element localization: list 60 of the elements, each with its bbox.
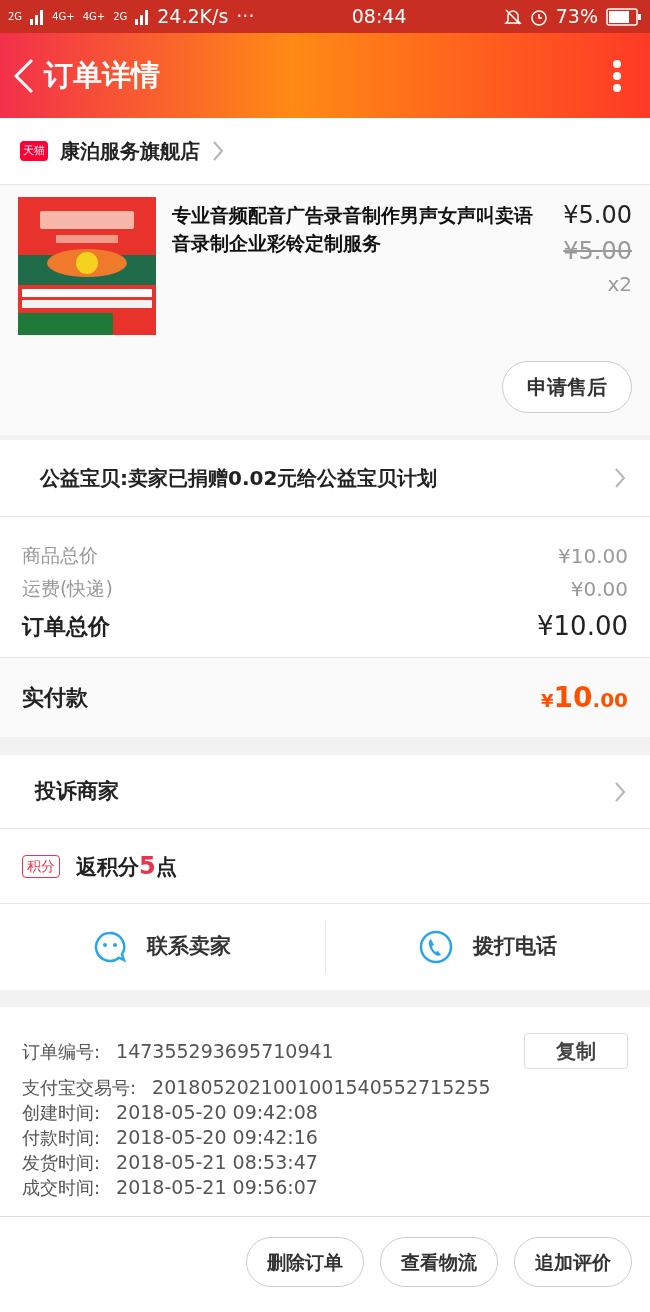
order-action-button[interactable]: 查看物流 (380, 1237, 498, 1287)
info-label: 成交时间: (22, 1176, 101, 1200)
network-label: 2G (8, 10, 23, 24)
network-label: 2G (113, 10, 128, 24)
alarm-icon (529, 7, 548, 26)
muted-bell-icon (503, 7, 522, 26)
contact-button[interactable]: 拨打电话 (324, 921, 650, 973)
complaint-text: 投诉商家 (35, 777, 120, 805)
signal-icon (30, 8, 45, 25)
cost-label: 运费(快递) (22, 576, 113, 602)
product-price: ¥5.00 (563, 200, 632, 231)
network-label: 4G+ (52, 10, 75, 24)
cost-label: 商品总价 (22, 543, 98, 569)
clock: 08:44 (351, 4, 407, 30)
network-speed: 24.2K/s (157, 4, 229, 30)
copy-button[interactable]: 复制 (524, 1033, 628, 1069)
info-value: 2018-05-20 09:42:08 (116, 1100, 318, 1126)
original-price: ¥5.00 (563, 236, 632, 267)
chevron-right-icon (614, 467, 626, 489)
chevron-right-icon (614, 780, 626, 803)
info-value: 2018-05-21 08:53:47 (116, 1150, 318, 1176)
info-value: 2018-05-20 09:42:16 (116, 1125, 318, 1151)
paid-label: 实付款 (22, 684, 88, 712)
paid-amount: ¥10.00 (541, 679, 628, 716)
complaint-row[interactable]: 投诉商家 (0, 755, 650, 829)
chevron-right-icon (212, 140, 224, 162)
info-label: 付款时间: (22, 1126, 101, 1150)
points-badge: 积分 (22, 854, 60, 878)
product-title[interactable]: 专业音频配音广告录音制作男声女声叫卖语音录制企业彩铃定制服务 (172, 197, 548, 335)
store-row[interactable]: 天猫 康泊服务旗舰店 (0, 118, 650, 185)
contact-button[interactable]: 联系卖家 (0, 921, 325, 973)
info-value: 2018052021001001540552715255 (152, 1075, 491, 1101)
info-label: 创建时间: (22, 1101, 101, 1125)
chat-bubble-icon (93, 930, 128, 964)
quantity: x2 (607, 271, 632, 298)
after-sales-button[interactable]: 申请售后 (502, 361, 632, 413)
charity-text: 公益宝贝:卖家已捐赠0.02元给公益宝贝计划 (40, 465, 439, 492)
cost-label: 订单总价 (22, 612, 110, 641)
cost-value: ¥0.00 (570, 575, 628, 603)
order-action-button[interactable]: 追加评价 (514, 1237, 632, 1287)
cost-value: ¥10.00 (537, 609, 628, 643)
info-label: 发货时间: (22, 1151, 101, 1175)
info-value: 147355293695710941 (116, 1038, 334, 1064)
network-label: 4G+ (82, 10, 106, 24)
charity-row[interactable]: 公益宝贝:卖家已捐赠0.02元给公益宝贝计划 (0, 440, 650, 517)
cost-value: ¥10.00 (558, 542, 628, 570)
info-value: 2018-05-21 09:56:07 (116, 1175, 318, 1201)
points-text: 返积分5点 (76, 851, 177, 882)
signal-icon (135, 8, 150, 25)
order-action-button[interactable]: 删除订单 (246, 1237, 364, 1287)
more-indicator: ··· (236, 4, 255, 30)
store-badge: 天猫 (20, 140, 48, 162)
info-label: 支付宝交易号: (22, 1076, 137, 1100)
battery-percent: 73% (555, 4, 598, 30)
phone-icon (418, 930, 453, 964)
info-label: 订单编号: (22, 1039, 101, 1064)
store-name: 康泊服务旗舰店 (60, 138, 200, 165)
more-menu-icon[interactable] (612, 58, 622, 93)
page-title: 订单详情 (44, 56, 160, 94)
battery-icon (606, 7, 642, 26)
